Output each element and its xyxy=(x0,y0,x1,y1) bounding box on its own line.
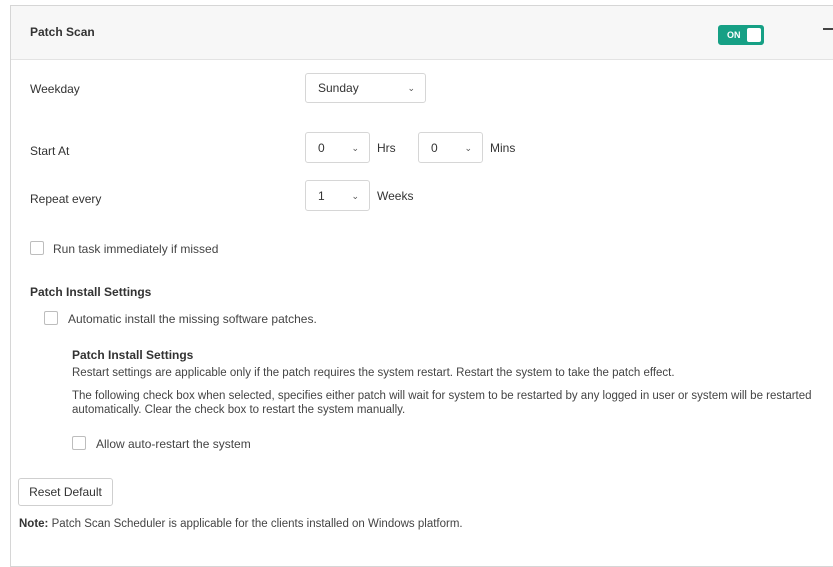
repeat-unit: Weeks xyxy=(377,189,414,203)
restart-info-text: Restart settings are applicable only if … xyxy=(72,367,675,379)
chevron-down-icon: ⌄ xyxy=(351,143,359,153)
note-prefix: Note: xyxy=(19,518,49,530)
run-missed-checkbox[interactable] xyxy=(30,241,44,255)
patch-scan-panel: Patch Scan ON Weekday Sunday ⌄ Start At … xyxy=(10,5,833,567)
start-mins-select[interactable]: 0 ⌄ xyxy=(418,132,483,163)
install-sub-title: Patch Install Settings xyxy=(72,348,194,362)
toggle-knob xyxy=(747,28,761,42)
auto-restart-checkbox[interactable] xyxy=(72,436,86,450)
collapse-icon[interactable] xyxy=(823,28,833,30)
mins-value: 0 xyxy=(431,141,438,155)
hours-value: 0 xyxy=(318,141,325,155)
patch-scan-toggle[interactable]: ON xyxy=(718,25,764,45)
weekday-select[interactable]: Sunday ⌄ xyxy=(305,73,426,103)
chevron-down-icon: ⌄ xyxy=(464,143,472,153)
panel-title: Patch Scan xyxy=(30,25,95,39)
start-hours-select[interactable]: 0 ⌄ xyxy=(305,132,370,163)
auto-install-checkbox[interactable] xyxy=(44,311,58,325)
auto-install-label: Automatic install the missing software p… xyxy=(68,312,317,326)
chevron-down-icon: ⌄ xyxy=(407,83,415,93)
repeat-select[interactable]: 1 ⌄ xyxy=(305,180,370,211)
repeat-value: 1 xyxy=(318,189,325,203)
install-section-title: Patch Install Settings xyxy=(30,285,152,299)
repeat-every-label: Repeat every xyxy=(30,192,102,206)
mins-unit: Mins xyxy=(490,141,516,155)
toggle-label: ON xyxy=(727,30,741,40)
start-at-label: Start At xyxy=(30,144,70,158)
restart-detail-text: The following check box when selected, s… xyxy=(72,390,812,416)
run-missed-label: Run task immediately if missed xyxy=(53,242,219,256)
hours-unit: Hrs xyxy=(377,141,396,155)
weekday-value: Sunday xyxy=(318,81,359,95)
panel-header: Patch Scan ON xyxy=(11,6,833,60)
platform-note: Note: Patch Scan Scheduler is applicable… xyxy=(19,518,463,530)
weekday-label: Weekday xyxy=(30,82,80,96)
auto-restart-label: Allow auto-restart the system xyxy=(96,437,251,451)
note-text: Patch Scan Scheduler is applicable for t… xyxy=(48,518,463,530)
chevron-down-icon: ⌄ xyxy=(351,191,359,201)
reset-default-button[interactable]: Reset Default xyxy=(18,478,113,506)
